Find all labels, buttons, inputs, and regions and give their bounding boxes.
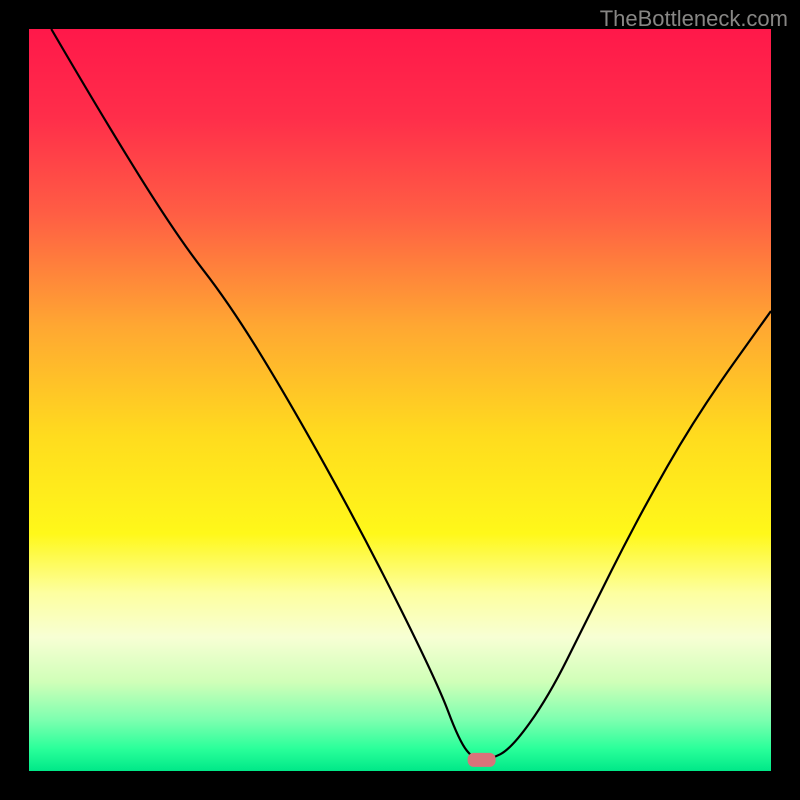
chart-container: TheBottleneck.com xyxy=(0,0,800,800)
watermark-text: TheBottleneck.com xyxy=(600,6,788,32)
frame-bottom xyxy=(0,771,800,800)
frame-left xyxy=(0,0,29,800)
gradient-background xyxy=(29,29,771,771)
bottleneck-chart xyxy=(0,0,800,800)
optimal-point-marker xyxy=(468,753,496,767)
frame-right xyxy=(771,0,800,800)
